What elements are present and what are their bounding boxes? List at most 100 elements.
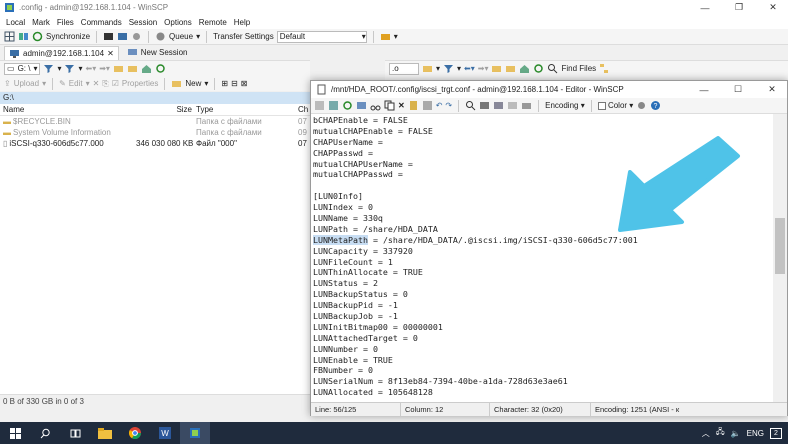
network-icon[interactable]: 🖧 xyxy=(716,426,725,440)
filter2-icon[interactable] xyxy=(64,63,75,74)
filter-select-icon[interactable]: ⊠ xyxy=(241,79,248,88)
delete-icon[interactable]: ✕ xyxy=(93,79,100,88)
windows-start-icon[interactable] xyxy=(0,422,30,444)
transfer-options-icon[interactable] xyxy=(380,31,391,42)
session-tab-active[interactable]: admin@192.168.1.104 ✕ xyxy=(4,45,119,60)
volume-icon[interactable]: 🔈 xyxy=(731,429,741,438)
editor-status-bar: Line: 56/125 Column: 12 Character: 32 (0… xyxy=(311,402,787,416)
remote-forward-icon[interactable]: ➡▾ xyxy=(478,64,489,73)
language-indicator[interactable]: ENG xyxy=(747,429,764,438)
notification-icon[interactable]: 2 xyxy=(770,427,782,439)
session-close-icon[interactable]: ✕ xyxy=(107,49,114,58)
color-dropdown[interactable]: Color ▾ xyxy=(597,101,633,110)
find-files-button[interactable]: Find Files xyxy=(561,64,596,73)
local-drive-select[interactable]: ▭ G: \ ▾ xyxy=(4,62,41,75)
cut-icon[interactable] xyxy=(370,100,381,111)
goto-line-icon[interactable] xyxy=(507,100,518,111)
delete-icon[interactable]: ✕ xyxy=(398,101,405,110)
close-button[interactable]: ✕ xyxy=(758,2,788,13)
column-name[interactable]: Name xyxy=(0,104,168,115)
menu-help[interactable]: Help xyxy=(234,18,250,27)
help-icon[interactable]: ? xyxy=(650,100,661,111)
transfer-profile-select[interactable]: Default ▾ xyxy=(276,30,367,43)
file-row[interactable]: ▯ iSCSI-q330-606d5c77.000 346 030 080 KB … xyxy=(0,138,310,149)
encoding-dropdown[interactable]: Encoding ▾ xyxy=(545,101,585,110)
file-row[interactable]: ▬ $RECYCLE.BIN Папка с файлами 07 xyxy=(0,116,310,127)
undo-icon[interactable]: ↶ xyxy=(436,101,443,110)
synchronize-button[interactable]: Synchronize xyxy=(46,32,90,41)
menu-mark[interactable]: Mark xyxy=(32,18,50,27)
print-icon[interactable] xyxy=(521,100,532,111)
root-dir-icon[interactable] xyxy=(127,63,138,74)
back-icon[interactable]: ⬅▾ xyxy=(86,64,97,73)
grid-icon[interactable] xyxy=(4,31,15,42)
column-size[interactable]: Size xyxy=(168,104,192,115)
winscp-taskbar-icon[interactable] xyxy=(180,422,210,444)
tray-chevron-icon[interactable]: ︿ xyxy=(702,428,710,439)
edit-icon[interactable] xyxy=(356,100,367,111)
file-explorer-icon[interactable] xyxy=(90,422,120,444)
edit-button[interactable]: Edit xyxy=(69,79,83,88)
editor-scrollbar[interactable] xyxy=(773,114,787,402)
properties-button[interactable]: Properties xyxy=(122,79,158,88)
search-icon[interactable] xyxy=(30,422,60,444)
save-as-icon[interactable] xyxy=(328,100,339,111)
column-type[interactable]: Type xyxy=(192,104,298,115)
menu-commands[interactable]: Commands xyxy=(81,18,122,27)
word-icon[interactable]: W xyxy=(150,422,180,444)
find-icon[interactable] xyxy=(465,100,476,111)
menu-local[interactable]: Local xyxy=(6,18,25,27)
select-all-icon[interactable] xyxy=(422,100,433,111)
editor-close-button[interactable]: ✕ xyxy=(757,84,787,95)
properties-icon: ☑ xyxy=(111,79,119,88)
editor-scrollbar-thumb[interactable] xyxy=(775,218,785,274)
menu-options[interactable]: Options xyxy=(164,18,192,27)
remote-refresh-icon[interactable] xyxy=(533,63,544,74)
minimize-button[interactable]: — xyxy=(690,3,720,13)
preferences-icon[interactable] xyxy=(636,100,647,111)
upload-button[interactable]: Upload xyxy=(14,79,39,88)
new-session-tab[interactable]: New Session xyxy=(123,46,192,60)
remote-parent-icon[interactable] xyxy=(491,63,502,74)
remote-filter-icon[interactable] xyxy=(443,63,454,74)
tree-icon[interactable] xyxy=(599,63,610,74)
console-icon[interactable] xyxy=(103,31,114,42)
replace-icon[interactable] xyxy=(479,100,490,111)
parent-dir-icon[interactable] xyxy=(113,63,124,74)
terminal-icon[interactable] xyxy=(117,31,128,42)
queue-button[interactable]: Queue xyxy=(169,32,193,41)
file-row[interactable]: ▬ System Volume Information Папка с файла… xyxy=(0,127,310,138)
column-changed[interactable]: Ch xyxy=(298,104,310,115)
reload-icon[interactable] xyxy=(342,100,353,111)
preferences-icon[interactable] xyxy=(131,31,142,42)
remote-home-icon[interactable] xyxy=(519,63,530,74)
deselect-icon[interactable]: ⊟ xyxy=(231,79,238,88)
new-button[interactable]: New xyxy=(185,79,201,88)
select-all-icon[interactable]: ⊞ xyxy=(221,79,228,88)
editor-maximize-button[interactable]: ☐ xyxy=(723,84,753,95)
status-encoding: Encoding: 1251 (ANSI - к xyxy=(595,405,680,414)
remote-open-icon[interactable] xyxy=(422,63,433,74)
home-icon[interactable] xyxy=(141,63,152,74)
refresh-icon[interactable] xyxy=(155,63,166,74)
find-next-icon[interactable] xyxy=(493,100,504,111)
remote-back-icon[interactable]: ⬅▾ xyxy=(464,64,475,73)
rename-icon[interactable]: ⎘ xyxy=(102,79,108,89)
remote-dir-select[interactable]: .o xyxy=(389,62,419,75)
menu-remote[interactable]: Remote xyxy=(199,18,227,27)
queue-dropdown-icon[interactable]: ▾ xyxy=(196,32,200,41)
forward-icon[interactable]: ➡▾ xyxy=(99,64,110,73)
task-view-icon[interactable] xyxy=(60,422,90,444)
remote-root-icon[interactable] xyxy=(505,63,516,74)
filter-icon[interactable] xyxy=(43,63,54,74)
editor-minimize-button[interactable]: — xyxy=(689,85,719,95)
redo-icon[interactable]: ↷ xyxy=(445,101,452,110)
menu-files[interactable]: Files xyxy=(57,18,74,27)
restore-button[interactable]: ❐ xyxy=(724,2,754,13)
paste-icon[interactable] xyxy=(408,100,419,111)
save-icon[interactable] xyxy=(314,100,325,111)
compare-icon[interactable] xyxy=(18,31,29,42)
chrome-icon[interactable] xyxy=(120,422,150,444)
menu-session[interactable]: Session xyxy=(129,18,157,27)
copy-icon[interactable] xyxy=(384,100,395,111)
